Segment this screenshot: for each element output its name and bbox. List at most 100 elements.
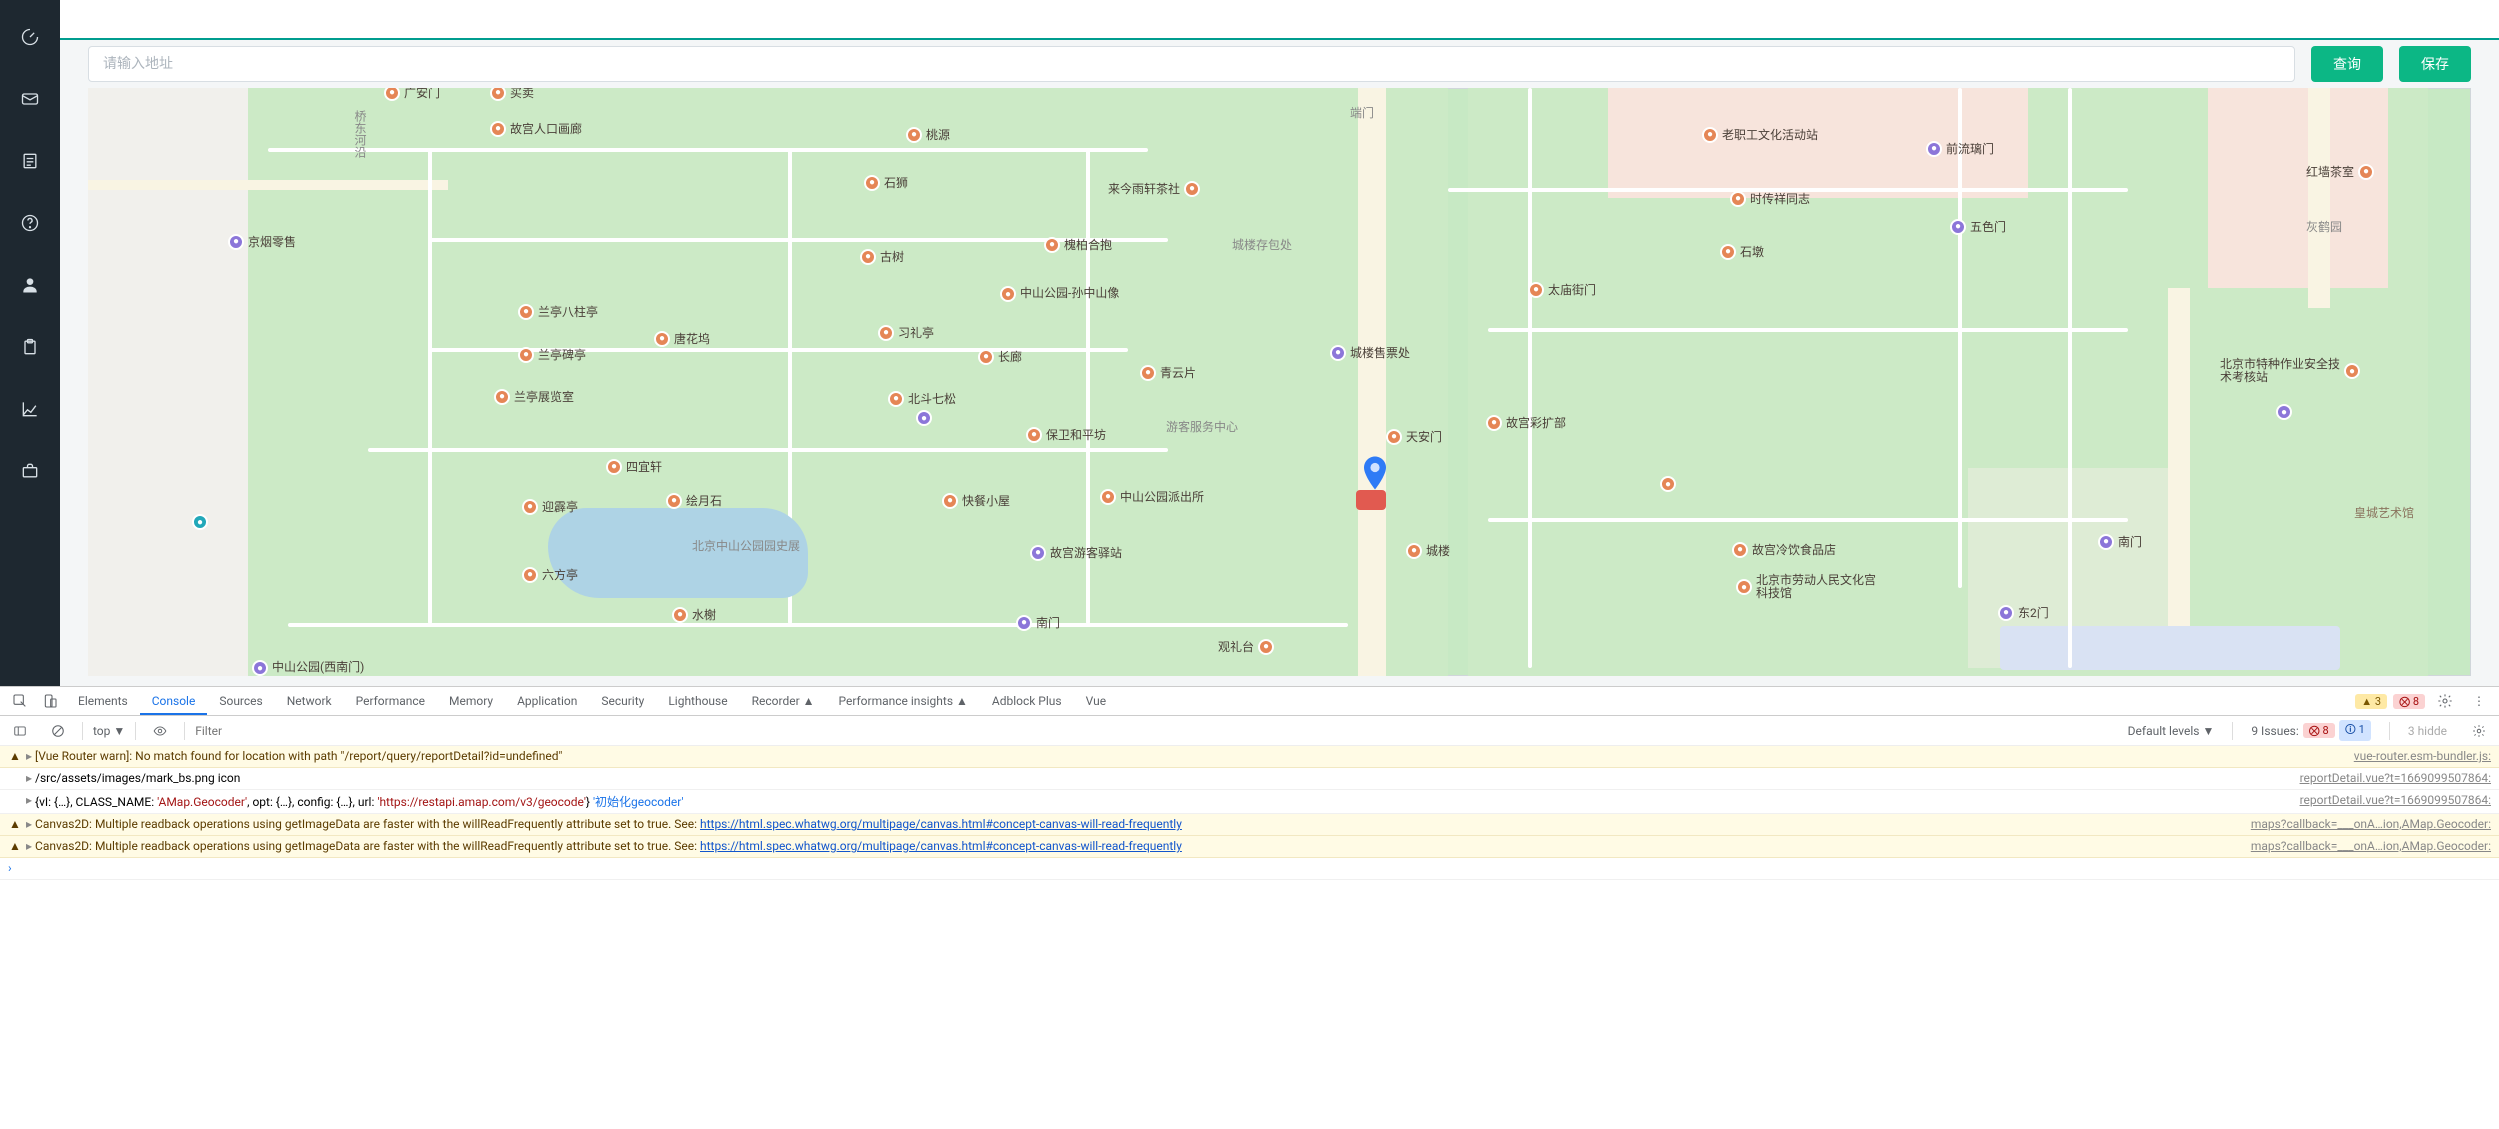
map-poi[interactable]: ●快餐小屋 xyxy=(942,492,1010,509)
sidebar-item-briefcase[interactable] xyxy=(0,440,60,502)
map-marker-pin[interactable] xyxy=(1364,456,1386,490)
map-poi[interactable]: ●习礼亭 xyxy=(878,324,934,341)
warning-count-badge[interactable]: ▲ 3 xyxy=(2355,694,2387,709)
map-poi[interactable]: ●故宫冷饮食品店 xyxy=(1732,541,1836,558)
map-poi[interactable]: ●故宫人口画廊 xyxy=(490,120,582,137)
map-poi[interactable]: ● xyxy=(916,410,932,426)
map-poi[interactable]: ●广安门 xyxy=(384,88,440,101)
expand-icon[interactable]: ▸ xyxy=(26,817,32,831)
map-poi[interactable]: ●北京市劳动人民文化宫科技馆 xyxy=(1736,574,1876,600)
map-poi[interactable]: 北京中山公园园史展 xyxy=(692,540,800,553)
error-count-badge[interactable]: ⨂ 8 xyxy=(2393,694,2425,709)
map-poi[interactable]: ●故宫游客驿站 xyxy=(1030,544,1122,561)
sidebar-item-inbox[interactable] xyxy=(0,68,60,130)
map-poi[interactable]: 北京市特种作业安全技术考核站● xyxy=(2220,358,2360,384)
sidebar-item-chart[interactable] xyxy=(0,378,60,440)
map-poi[interactable]: ●五色门 xyxy=(1950,218,2006,235)
devtools-tab[interactable]: Elements xyxy=(66,687,140,715)
live-expression-button[interactable] xyxy=(146,717,174,745)
map-poi[interactable]: ●南门 xyxy=(1016,614,1060,631)
expand-icon[interactable]: ▸ xyxy=(26,749,32,763)
map-poi[interactable]: ●故宫彩扩部 xyxy=(1486,414,1566,431)
map-poi[interactable]: ●古树 xyxy=(860,248,904,265)
more-button[interactable]: ⋮ xyxy=(2465,687,2493,715)
devtools-tab[interactable]: Performance insights ▲ xyxy=(827,687,980,715)
map-poi[interactable]: ●老职工文化活动站 xyxy=(1702,126,1818,143)
sidebar-item-dashboard[interactable] xyxy=(0,6,60,68)
map-poi[interactable]: ●东2门 xyxy=(1998,604,2049,621)
map-poi[interactable]: ●唐花坞 xyxy=(654,330,710,347)
map-poi[interactable]: ●绘月石 xyxy=(666,492,722,509)
devtools-tab[interactable]: Performance xyxy=(344,687,437,715)
map-poi[interactable]: ●桃源 xyxy=(906,126,950,143)
map-poi[interactable]: ●前流璃门 xyxy=(1926,140,1994,157)
devtools-tab[interactable]: Network xyxy=(275,687,344,715)
map-poi[interactable]: ●迎霹亭 xyxy=(522,498,578,515)
console-source-link[interactable]: reportDetail.vue?t=1669099507864: xyxy=(2300,771,2491,785)
devtools-tab[interactable]: Application xyxy=(505,687,589,715)
map-poi[interactable]: ●四宜轩 xyxy=(606,458,662,475)
inspect-element-button[interactable] xyxy=(6,687,34,715)
devtools-tab[interactable]: Recorder ▲ xyxy=(740,687,827,715)
devtools-tab[interactable]: Console xyxy=(140,687,208,715)
expand-icon[interactable]: ▸ xyxy=(26,771,32,785)
map-poi[interactable]: 皇城艺术馆 xyxy=(2354,504,2414,521)
map-poi[interactable]: ●城楼售票处 xyxy=(1330,344,1410,361)
map-poi[interactable]: ●六方亭 xyxy=(522,566,578,583)
device-toggle-button[interactable] xyxy=(36,687,64,715)
map-poi[interactable]: ●兰亭展览室 xyxy=(494,388,574,405)
map-poi[interactable]: ●长廊 xyxy=(978,348,1022,365)
devtools-tab[interactable]: Lighthouse xyxy=(656,687,739,715)
map-poi[interactable]: ●石墩 xyxy=(1720,243,1764,260)
map-poi[interactable]: 观礼台● xyxy=(1218,638,1274,655)
devtools-tab[interactable]: Sources xyxy=(207,687,274,715)
map-poi[interactable]: ●中山公园-孙中山像 xyxy=(1000,286,1119,302)
map-poi[interactable]: ●中山公园派出所 xyxy=(1100,488,1204,505)
map-poi[interactable]: ●兰亭碑亭 xyxy=(518,346,586,363)
map-poi[interactable]: ●城楼 xyxy=(1406,542,1450,559)
console-settings-button[interactable] xyxy=(2465,717,2493,745)
save-button[interactable]: 保存 xyxy=(2399,46,2471,82)
map-poi[interactable]: ●时传祥同志 xyxy=(1730,190,1810,207)
sidebar-item-clipboard[interactable] xyxy=(0,316,60,378)
console-filter-input[interactable] xyxy=(195,724,395,738)
devtools-tab[interactable]: Adblock Plus xyxy=(980,687,1074,715)
map-poi[interactable]: ●石狮 xyxy=(864,174,908,191)
issues-summary[interactable]: 9 Issues: ⨂ 8 🛈 1 xyxy=(2251,720,2371,741)
map-poi[interactable]: ● xyxy=(192,514,208,530)
map-poi[interactable]: 城楼存包处 xyxy=(1232,236,1292,253)
console-output[interactable]: ▲▸[Vue Router warn]: No match found for … xyxy=(0,746,2499,1129)
sidebar-toggle-button[interactable] xyxy=(6,717,34,745)
devtools-tab[interactable]: Memory xyxy=(437,687,505,715)
log-levels-select[interactable]: Default levels ▼ xyxy=(2128,724,2215,738)
map-poi[interactable]: 桥东河沿 xyxy=(352,110,369,158)
map-poi[interactable]: ●南门 xyxy=(2098,533,2142,550)
console-source-link[interactable]: reportDetail.vue?t=1669099507864: xyxy=(2300,793,2491,807)
map-poi[interactable]: ●青云片 xyxy=(1140,364,1196,381)
map-poi[interactable]: ●兰亭八柱亭 xyxy=(518,303,598,320)
clear-console-button[interactable] xyxy=(44,717,72,745)
map-poi[interactable]: ● xyxy=(1660,476,1676,492)
sidebar-item-user[interactable] xyxy=(0,254,60,316)
map-poi[interactable]: ●水榭 xyxy=(672,606,716,623)
sidebar-item-docs[interactable] xyxy=(0,130,60,192)
console-source-link[interactable]: vue-router.esm-bundler.js: xyxy=(2354,749,2491,763)
map-poi[interactable]: 游客服务中心 xyxy=(1166,418,1238,435)
devtools-tab[interactable]: Vue xyxy=(1074,687,1118,715)
map-poi[interactable]: ●保卫和平坊 xyxy=(1026,426,1106,443)
map-poi[interactable]: ●太庙街门 xyxy=(1528,281,1596,298)
map-poi[interactable]: 端门 xyxy=(1350,104,1374,121)
map-poi[interactable]: 灰鹤园 xyxy=(2306,218,2342,235)
sidebar-item-help[interactable] xyxy=(0,192,60,254)
console-prompt[interactable]: › xyxy=(0,858,2499,880)
map-poi[interactable]: 来今雨轩茶社● xyxy=(1108,180,1200,197)
console-source-link[interactable]: maps?callback=___onA…ion,AMap.Geocoder: xyxy=(2251,839,2491,853)
expand-icon[interactable]: ▸ xyxy=(26,793,32,807)
map-poi[interactable]: ●中山公园(西南门) xyxy=(252,660,364,676)
map-poi[interactable]: ●买卖 xyxy=(490,88,534,101)
map-canvas[interactable]: ●广安门 ●买卖端门 ●故宫人口画廊 ●桃源 桥东河沿 ●老职工文化活动站 ●前流璃门 ●石狮… xyxy=(88,88,2471,676)
map-poi[interactable]: ●槐柏合抱 xyxy=(1044,236,1112,253)
settings-button[interactable] xyxy=(2431,687,2459,715)
map-poi[interactable]: ●北斗七松 xyxy=(888,390,956,407)
query-button[interactable]: 查询 xyxy=(2311,46,2383,82)
